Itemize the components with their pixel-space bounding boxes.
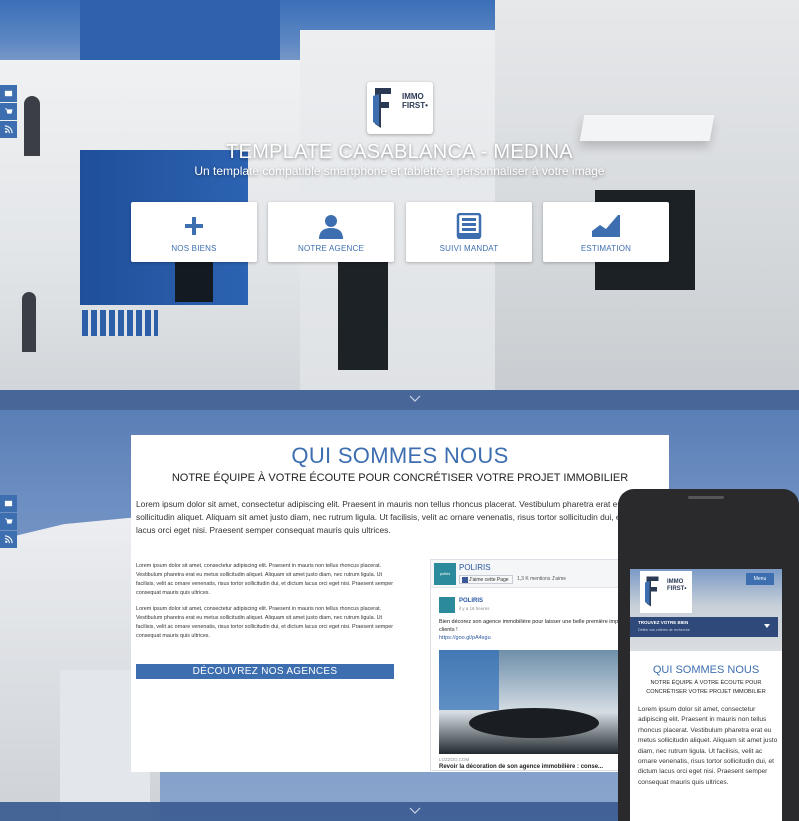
phone-search-bar[interactable]: TROUVEZ VOTRE BIEN Définir vos critères … — [630, 617, 778, 637]
post-caption[interactable]: Revoir la décoration de son agence immob… — [439, 764, 603, 770]
quick-link-label: NOTRE AGENCE — [298, 244, 364, 253]
hero-title: TEMPLATE CASABLANCA - MEDINA — [226, 141, 573, 163]
hero-balcony — [82, 310, 158, 336]
cart-icon — [4, 108, 13, 114]
phone-about-title: QUI SOMMES NOUS — [652, 664, 760, 676]
cart-tab[interactable] — [0, 103, 17, 120]
hero-section: IMMO FIRST• TEMPLATE CASABLANCA - MEDINA… — [0, 0, 799, 410]
archive-icon — [456, 213, 482, 239]
email-tab[interactable] — [0, 495, 17, 512]
plus-icon — [185, 217, 203, 235]
quick-link-label: SUIVI MANDAT — [439, 244, 499, 253]
about-subtitle: NOTRE ÉQUIPE À VOTRE ÉCOUTE POUR CONCRÉT… — [171, 472, 629, 484]
post-source: LOZZOO.COM — [439, 757, 470, 762]
social-tabs-bottom — [0, 495, 17, 549]
phone-search-title: TROUVEZ VOTRE BIEN — [638, 620, 689, 625]
quick-link-nos-biens[interactable]: NOS BIENS — [131, 202, 257, 262]
post-avatar[interactable] — [439, 597, 455, 613]
phone-logo-text: IMMO FIRST• — [667, 579, 686, 593]
facebook-like-button[interactable]: J'aime cette Page — [459, 575, 513, 584]
quick-link-suivi-mandat[interactable]: SUIVI MANDAT — [406, 202, 532, 262]
hero-subtitle: Un template compatible smartphone et tab… — [194, 164, 605, 178]
chevron-down-icon[interactable] — [409, 805, 421, 817]
phone-hero: IMMO FIRST• Menu TROUVEZ VOTRE BIEN Défi… — [630, 569, 782, 651]
logo-glyph-icon — [645, 576, 659, 607]
email-tab[interactable] — [0, 85, 17, 102]
about-card: QUI SOMMES NOUS NOTRE ÉQUIPE À VOTRE ÉCO… — [131, 435, 669, 772]
chevron-down-icon[interactable] — [409, 393, 421, 405]
phone-logo-line-1: IMMO — [667, 579, 684, 585]
social-tabs-top — [0, 85, 17, 139]
about-lead-text: Lorem ipsum dolor sit amet, consectetur … — [136, 499, 650, 535]
site-logo[interactable]: IMMO FIRST• — [367, 82, 433, 134]
facebook-page-name[interactable]: POLIRIS — [459, 563, 491, 572]
phone-about-text: Lorem ipsum dolor sit amet, consectetur … — [638, 706, 778, 786]
about-title: QUI SOMMES NOUS — [291, 443, 509, 468]
phone-logo[interactable]: IMMO FIRST• — [640, 571, 692, 613]
post-author[interactable]: POLIRIS — [459, 598, 483, 604]
post-link[interactable]: https://goo.gl/pA4sgu — [439, 635, 491, 641]
phone-logo-line-2: FIRST• — [667, 586, 687, 592]
phone-about-subtitle: NOTRE ÉQUIPE À VOTRE ÉCOUTE POUR CONCRÉT… — [646, 680, 766, 695]
user-icon — [319, 215, 343, 239]
about-paragraph: Lorem ipsum dolor sit amet, consectetur … — [136, 563, 394, 596]
hero-arch-window-lower — [22, 292, 36, 352]
rss-tab[interactable] — [0, 121, 17, 138]
logo-line-1: IMMO — [402, 92, 424, 101]
cart-icon — [4, 518, 13, 524]
phone-menu-button[interactable]: Menu — [746, 573, 774, 585]
rss-tab[interactable] — [0, 531, 17, 548]
image-window — [439, 650, 499, 710]
chevron-down-icon — [764, 624, 770, 628]
hero-window-opening — [175, 262, 213, 302]
phone-search-hint: Définir vos critères de recherche — [638, 628, 690, 632]
facebook-icon — [462, 577, 468, 583]
quick-link-estimation[interactable]: ESTIMATION — [543, 202, 669, 262]
hero-canopy — [579, 115, 715, 141]
phone-screen: IMMO FIRST• Menu TROUVEZ VOTRE BIEN Défi… — [630, 569, 782, 821]
hero-bottom-band — [0, 390, 799, 410]
cart-tab[interactable] — [0, 513, 17, 530]
post-time: il y a 16 heures — [459, 606, 490, 611]
rss-icon — [4, 125, 13, 134]
rss-icon — [4, 535, 13, 544]
about-paragraph: Lorem ipsum dolor sit amet, consectetur … — [136, 606, 394, 639]
avatar-text: poliris — [439, 571, 451, 576]
logo-text: IMMO FIRST• — [402, 92, 428, 110]
image-table — [469, 708, 599, 738]
phone-mockup: IMMO FIRST• Menu TROUVEZ VOTRE BIEN Défi… — [618, 489, 799, 821]
facebook-page-avatar[interactable]: poliris — [434, 563, 456, 585]
agencies-button[interactable]: DÉCOUVREZ NOS AGENCES — [136, 664, 394, 679]
hero-door — [338, 262, 388, 370]
logo-glyph-icon — [373, 88, 391, 128]
email-icon — [4, 500, 13, 507]
quick-link-label: ESTIMATION — [580, 244, 632, 253]
email-icon — [4, 90, 13, 97]
like-label: J'aime cette Page — [469, 577, 509, 583]
logo-line-2: FIRST• — [402, 101, 428, 110]
chart-icon — [592, 215, 620, 237]
quick-link-label: NOS BIENS — [171, 244, 217, 253]
facebook-like-count: 1,3 K mentions J'aime — [517, 576, 567, 582]
quick-link-notre-agence[interactable]: NOTRE AGENCE — [268, 202, 394, 262]
phone-speaker — [688, 496, 724, 499]
